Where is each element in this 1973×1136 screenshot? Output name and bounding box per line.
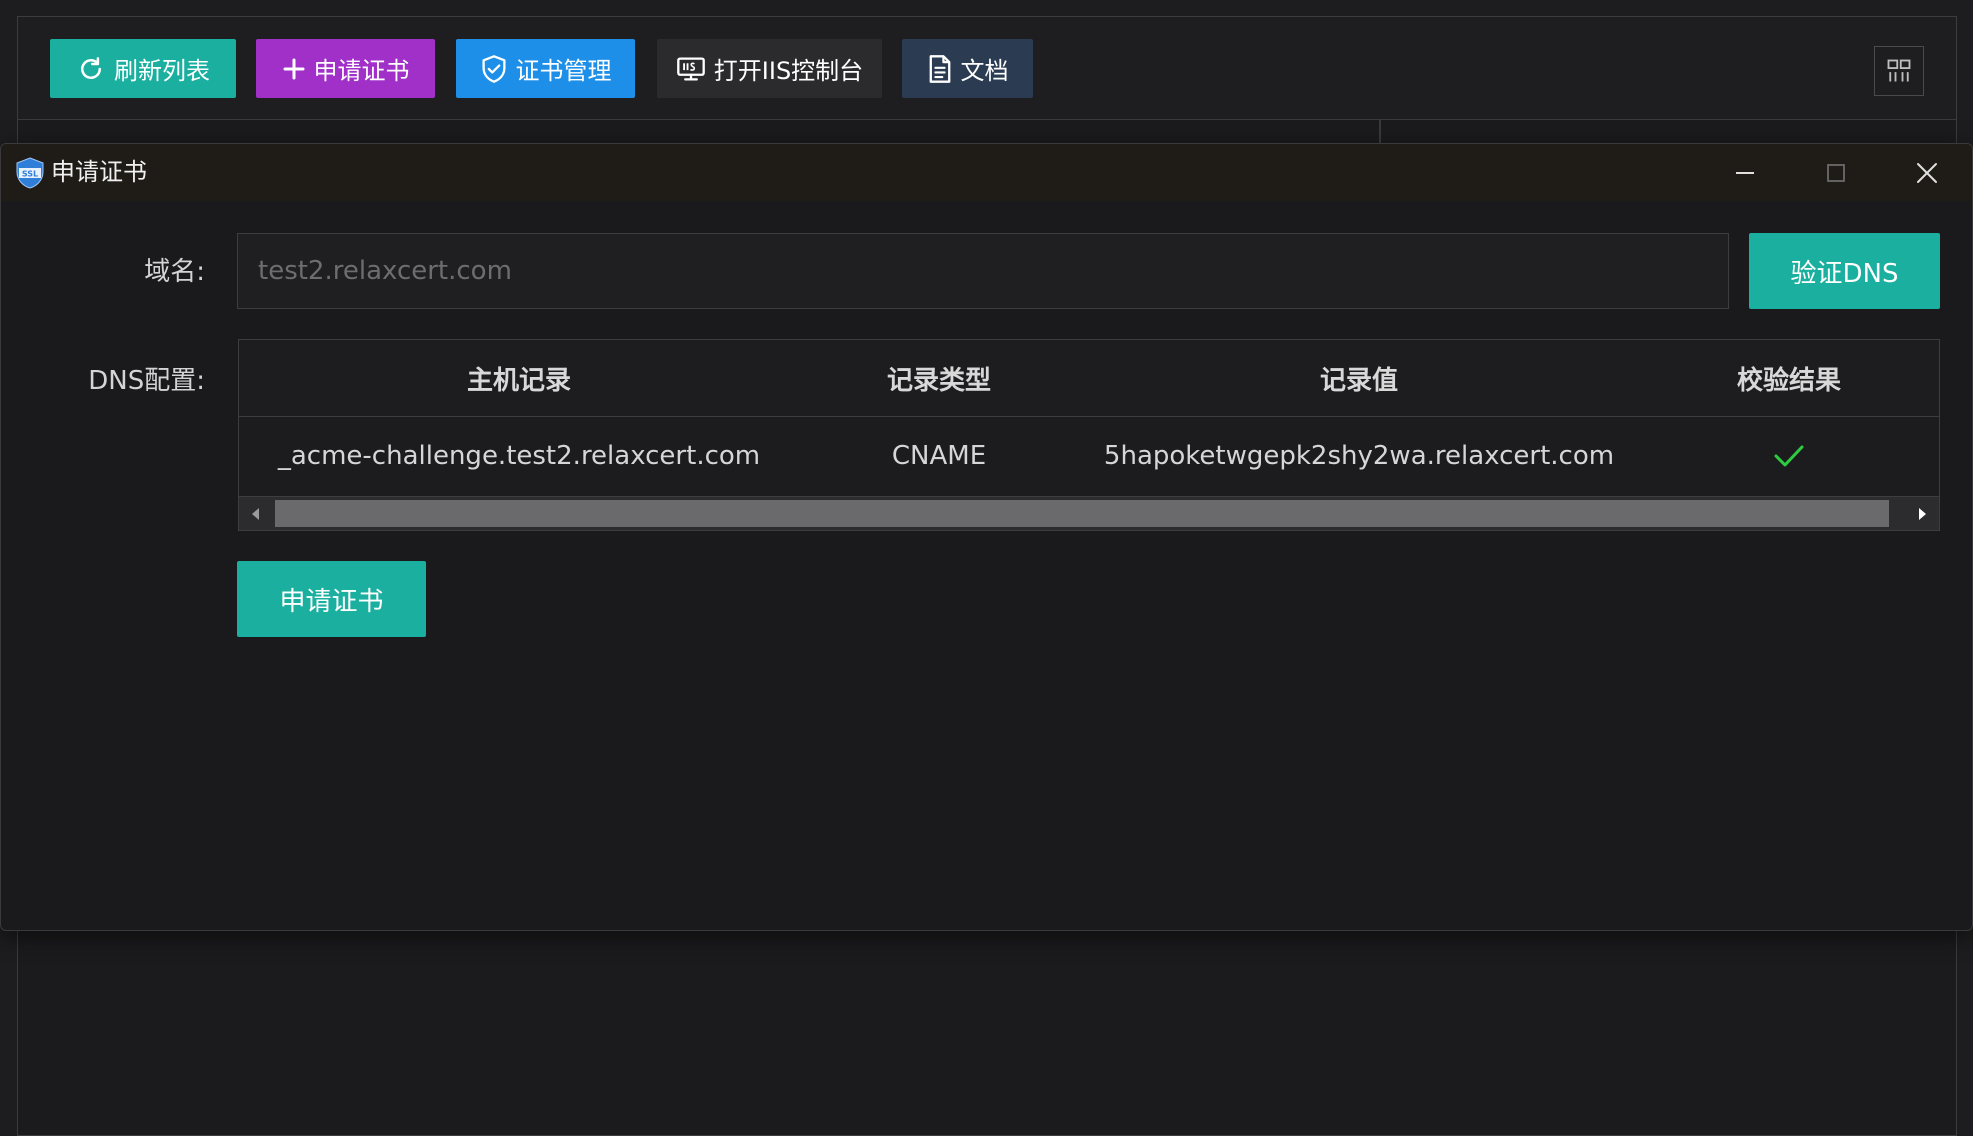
dns-config-label: DNS配置:: [88, 366, 205, 396]
svg-text:SSL: SSL: [22, 170, 38, 179]
domain-label: 域名:: [144, 257, 205, 287]
close-icon: [1917, 162, 1937, 183]
open-iis-console-label: 打开IIS控制台: [713, 57, 864, 85]
dialog-title: 申请证书: [51, 158, 147, 186]
plus-icon: [283, 58, 304, 79]
dns-records-table: 主机记录 记录类型 记录值 校验结果 _acme-challenge.test2…: [238, 339, 1940, 531]
documentation-label: 文档: [960, 57, 1009, 85]
check-icon: [1774, 445, 1804, 466]
open-iis-console-button[interactable]: 打开IIS控制台: [657, 39, 882, 98]
minimize-button[interactable]: [1715, 144, 1775, 201]
cell-record-value: 5hapoketwgepk2shy2wa.relaxcert.com: [1103, 440, 1615, 471]
toolbar: 刷新列表 申请证书 证书管理 打开IIS控制台 文档: [18, 17, 1956, 120]
dialog-titlebar[interactable]: SSL 申请证书: [1, 144, 1972, 201]
apply-certificate-toolbar-label: 申请证书: [313, 57, 410, 85]
certificate-management-label: 证书管理: [515, 57, 612, 85]
maximize-button[interactable]: [1806, 144, 1866, 201]
maximize-icon: [1827, 163, 1845, 182]
cell-host-record: _acme-challenge.test2.relaxcert.com: [277, 440, 761, 471]
verify-dns-button[interactable]: 验证DNS: [1749, 233, 1940, 309]
scrollbar-thumb[interactable]: [275, 500, 1889, 527]
close-button[interactable]: [1897, 144, 1957, 201]
refresh-icon: [81, 56, 101, 79]
table-header: 主机记录 记录类型 记录值 校验结果: [239, 340, 1939, 417]
grid-layout-icon: [1887, 59, 1911, 82]
column-header-type[interactable]: 记录类型: [799, 340, 1079, 417]
apply-certificate-toolbar-button[interactable]: 申请证书: [256, 39, 435, 98]
column-layout-button[interactable]: [1874, 46, 1924, 96]
caret-right-icon: [1919, 507, 1926, 520]
certificate-management-button[interactable]: 证书管理: [456, 39, 635, 98]
apply-certificate-dialog: SSL 申请证书 域名: 验证DNS DNS配置: 主机记录 记录类型 记录值 …: [0, 143, 1973, 931]
cell-record-type: CNAME: [891, 440, 987, 471]
refresh-list-button[interactable]: 刷新列表: [50, 39, 236, 98]
shield-check-icon: [481, 54, 506, 83]
refresh-list-label: 刷新列表: [114, 57, 210, 85]
apply-certificate-button[interactable]: 申请证书: [237, 561, 426, 637]
domain-input[interactable]: [237, 233, 1729, 309]
scroll-right-button[interactable]: [1905, 497, 1939, 530]
column-header-host[interactable]: 主机记录: [239, 340, 799, 417]
scroll-left-button[interactable]: [239, 497, 273, 530]
horizontal-scrollbar[interactable]: [239, 496, 1939, 530]
table-row[interactable]: _acme-challenge.test2.relaxcert.com CNAM…: [239, 417, 1939, 494]
cell-verify-result: [1639, 417, 1939, 494]
column-header-result[interactable]: 校验结果: [1639, 340, 1939, 417]
documentation-button[interactable]: 文档: [902, 39, 1033, 98]
ssl-shield-icon: SSL: [16, 157, 44, 189]
document-icon: [929, 54, 950, 83]
monitor-icon: [676, 56, 705, 81]
column-header-value[interactable]: 记录值: [1079, 340, 1639, 417]
minimize-icon: [1736, 171, 1754, 174]
caret-left-icon: [252, 507, 259, 520]
